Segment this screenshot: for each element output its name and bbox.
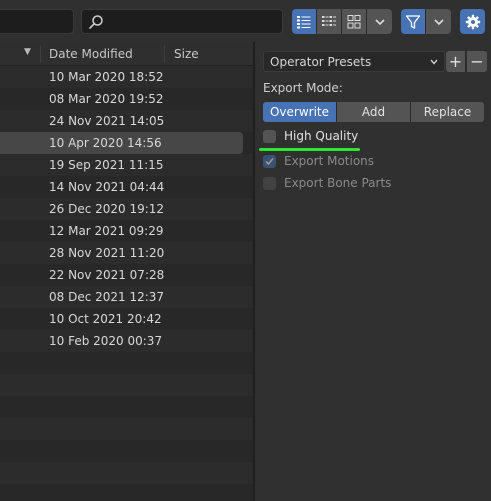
file-date-modified: 28 Nov 2021 11:20 bbox=[49, 246, 165, 260]
file-row[interactable] bbox=[0, 484, 253, 501]
add-preset-button[interactable]: + bbox=[446, 51, 466, 72]
operator-presets-label: Operator Presets bbox=[270, 55, 372, 69]
column-separator bbox=[40, 45, 41, 63]
file-date-modified: 10 Feb 2020 00:37 bbox=[49, 334, 163, 348]
filter-group bbox=[401, 9, 451, 34]
file-list-header: ▼ Date Modified Size bbox=[0, 42, 253, 66]
file-rows: 10 Mar 2020 18:52 08 Mar 2020 19:52 24 Nov… bbox=[0, 66, 253, 501]
horizontal-list-icon bbox=[322, 15, 336, 26]
file-date-modified: 08 Dec 2021 12:37 bbox=[49, 290, 165, 304]
export-bone-parts-checkbox[interactable] bbox=[263, 176, 276, 190]
file-row[interactable]: 28 Nov 2021 11:20 bbox=[0, 242, 253, 264]
high-quality-checkbox[interactable] bbox=[263, 129, 276, 143]
file-row[interactable] bbox=[0, 462, 253, 484]
high-quality-label: High Quality bbox=[284, 129, 359, 143]
file-row[interactable] bbox=[0, 396, 253, 418]
settings-group bbox=[460, 9, 485, 34]
file-row[interactable]: 14 Nov 2021 04:44 bbox=[0, 176, 253, 198]
search-icon bbox=[89, 15, 103, 29]
thumbnail-grid-icon bbox=[347, 14, 361, 28]
file-list: ▼ Date Modified Size 10 Mar 2020 18:52 08… bbox=[0, 42, 253, 501]
mode-add-button[interactable]: Add bbox=[337, 102, 411, 122]
horizontal-list-view-button[interactable] bbox=[317, 9, 342, 34]
size-column-header[interactable]: Size bbox=[174, 47, 199, 61]
filter-options-dropdown[interactable] bbox=[426, 9, 451, 34]
export-motions-label: Export Motions bbox=[284, 154, 375, 168]
file-row[interactable] bbox=[0, 440, 253, 462]
file-row[interactable]: 12 Mar 2021 09:29 bbox=[0, 220, 253, 242]
file-row[interactable]: 10 Feb 2020 00:37 bbox=[0, 330, 253, 352]
directory-path-field[interactable] bbox=[0, 9, 74, 34]
export-bone-parts-label: Export Bone Parts bbox=[284, 176, 392, 190]
mode-overwrite-button[interactable]: Overwrite bbox=[263, 102, 337, 122]
file-date-modified: 10 Mar 2020 18:52 bbox=[49, 70, 164, 84]
file-row[interactable]: 10 Mar 2020 18:52 bbox=[0, 66, 253, 88]
file-row[interactable]: 22 Nov 2021 07:28 bbox=[0, 264, 253, 286]
file-row[interactable] bbox=[0, 418, 253, 440]
gear-icon bbox=[465, 14, 480, 29]
display-options-dropdown[interactable] bbox=[367, 9, 392, 34]
file-row[interactable]: 24 Nov 2021 14:05 bbox=[0, 110, 253, 132]
file-date-modified: 26 Dec 2020 19:12 bbox=[49, 202, 165, 216]
search-input[interactable] bbox=[108, 13, 278, 31]
export-options-panel: Operator Presets + − Export Mode: Overwr… bbox=[255, 42, 491, 501]
vertical-list-view-button[interactable] bbox=[292, 9, 317, 34]
remove-preset-button[interactable]: − bbox=[467, 51, 487, 72]
file-row[interactable]: 19 Sep 2021 11:15 bbox=[0, 154, 253, 176]
file-row[interactable] bbox=[0, 374, 253, 396]
export-bone-parts-option[interactable]: Export Bone Parts bbox=[263, 175, 391, 191]
file-row[interactable] bbox=[0, 352, 253, 374]
chevron-down-icon bbox=[374, 18, 385, 25]
file-date-modified: 10 Apr 2020 14:56 bbox=[49, 136, 162, 150]
search-field[interactable] bbox=[81, 9, 283, 34]
mode-replace-button[interactable]: Replace bbox=[411, 102, 484, 122]
file-row[interactable]: 08 Dec 2021 12:37 bbox=[0, 286, 253, 308]
settings-button[interactable] bbox=[460, 9, 485, 34]
date-modified-column-header[interactable]: Date Modified bbox=[49, 47, 133, 61]
export-motions-checkbox[interactable] bbox=[263, 154, 276, 168]
filter-toggle-button[interactable] bbox=[401, 9, 426, 34]
file-row[interactable]: 10 Oct 2021 20:42 bbox=[0, 308, 253, 330]
file-date-modified: 08 Mar 2020 19:52 bbox=[49, 92, 164, 106]
chevron-down-icon bbox=[433, 18, 444, 25]
file-date-modified: 12 Mar 2021 09:29 bbox=[49, 224, 164, 238]
file-browser-toolbar bbox=[0, 0, 491, 42]
operator-presets-dropdown[interactable]: Operator Presets bbox=[263, 51, 445, 72]
filter-funnel-icon bbox=[405, 14, 421, 29]
vertical-list-icon bbox=[297, 15, 311, 28]
file-date-modified: 14 Nov 2021 04:44 bbox=[49, 180, 165, 194]
export-mode-label: Export Mode: bbox=[263, 81, 343, 95]
column-separator bbox=[164, 45, 165, 63]
file-date-modified: 10 Oct 2021 20:42 bbox=[49, 312, 162, 326]
chevron-down-icon bbox=[430, 59, 438, 65]
export-motions-option[interactable]: Export Motions bbox=[263, 153, 374, 169]
file-date-modified: 19 Sep 2021 11:15 bbox=[49, 158, 164, 172]
sort-direction-indicator[interactable]: ▼ bbox=[24, 47, 31, 57]
export-mode-selector: Overwrite Add Replace bbox=[263, 102, 484, 122]
highlight-underline bbox=[259, 148, 360, 151]
display-mode-group bbox=[292, 9, 392, 34]
file-row[interactable]: 08 Mar 2020 19:52 bbox=[0, 88, 253, 110]
file-date-modified: 22 Nov 2021 07:28 bbox=[49, 268, 165, 282]
checkmark-icon bbox=[265, 157, 274, 165]
file-row[interactable]: 26 Dec 2020 19:12 bbox=[0, 198, 253, 220]
file-date-modified: 24 Nov 2021 14:05 bbox=[49, 114, 165, 128]
high-quality-option[interactable]: High Quality bbox=[263, 128, 358, 144]
thumbnail-view-button[interactable] bbox=[342, 9, 367, 34]
file-row[interactable]: 10 Apr 2020 14:56 bbox=[0, 132, 243, 154]
